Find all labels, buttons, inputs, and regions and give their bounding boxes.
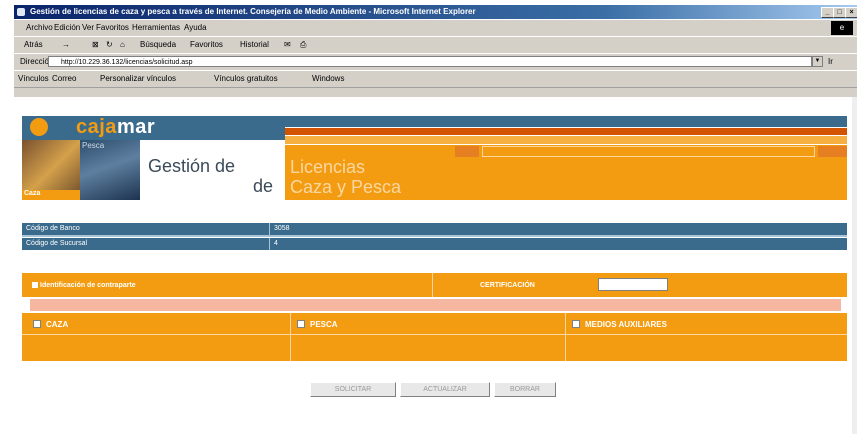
address-bar: Dirección http://10.229.36.132/licencias…: [14, 53, 857, 71]
identificacion-label: Identificación de contraparte: [40, 282, 136, 289]
window-titlebar[interactable]: Gestión de licencias de caza y pesca a t…: [14, 5, 857, 19]
link-gratuitos[interactable]: Vínculos gratuitos: [214, 74, 278, 83]
license-options-row: [22, 313, 847, 361]
link-correo[interactable]: Correo: [52, 74, 76, 83]
hunting-photo-label: Caza: [22, 190, 80, 200]
header-light-strip: [285, 136, 847, 144]
menu-herramientas[interactable]: Herramientas: [132, 23, 180, 32]
go-button[interactable]: Ir: [828, 57, 833, 66]
cajamar-logo-icon: [30, 118, 48, 136]
chevron-down-icon[interactable]: ▼: [812, 56, 823, 67]
close-button[interactable]: ×: [845, 7, 857, 18]
page-subtitle-line1: Licencias: [290, 157, 366, 177]
info-divider: [22, 235, 847, 237]
mail-icon[interactable]: ✉: [284, 40, 291, 49]
caza-label: CAZA: [46, 320, 69, 329]
identification-row: [22, 273, 847, 297]
print-icon[interactable]: ⎙: [300, 40, 306, 50]
nav-block-left: [455, 146, 479, 157]
section-separator: [30, 299, 841, 311]
link-windows[interactable]: Windows: [312, 74, 344, 83]
browser-chrome: Archivo Edición Ver Favoritos Herramient…: [14, 19, 857, 97]
page-subtitle-line2: Caza y Pesca: [290, 177, 402, 197]
menu-ayuda[interactable]: Ayuda: [184, 23, 207, 32]
refresh-icon[interactable]: ↻: [106, 40, 113, 49]
link-personalizar[interactable]: Personalizar vínculos: [100, 74, 176, 83]
back-button[interactable]: Atrás: [24, 40, 43, 49]
cajamar-logo[interactable]: cajamar: [76, 115, 155, 139]
info-value: 3058: [274, 225, 290, 232]
certificacion-label: CERTIFICACIÓN: [480, 282, 535, 289]
favorites-button[interactable]: Favoritos: [190, 40, 223, 49]
row-divider: [432, 273, 433, 297]
borrar-button[interactable]: BORRAR: [494, 382, 556, 397]
menu-favoritos[interactable]: Favoritos: [96, 23, 129, 32]
caza-checkbox[interactable]: [33, 320, 41, 328]
medios-auxiliares-checkbox[interactable]: [572, 320, 580, 328]
address-input[interactable]: http://10.229.36.132/licencias/solicitud…: [48, 56, 812, 67]
info-label: Código de Banco: [22, 223, 270, 235]
page-title-line1: Gestión de: [148, 156, 236, 176]
info-row-banco: Código de Banco 3058: [22, 223, 847, 235]
info-value: 4: [274, 240, 278, 247]
header-teal-bar: [285, 116, 847, 127]
ie-icon: [17, 8, 25, 16]
medios-auxiliares-label: MEDIOS AUXILIARES: [585, 320, 667, 329]
column-divider: [290, 313, 291, 361]
nav-center-link[interactable]: [482, 146, 815, 157]
solicitar-button[interactable]: SOLICITAR: [310, 382, 396, 397]
menu-bar: Archivo Edición Ver Favoritos Herramient…: [14, 19, 857, 37]
info-row-sucursal: Código de Sucursal 4: [22, 238, 847, 250]
links-label: Vínculos: [18, 74, 49, 83]
fishing-photo-label: Pesca: [82, 141, 105, 150]
links-bar: Vínculos Correo Personalizar vínculos Ví…: [14, 70, 857, 88]
search-button[interactable]: Búsqueda: [140, 40, 176, 49]
logo-part-caja: caja: [76, 116, 117, 138]
identificacion-checkbox[interactable]: [32, 282, 38, 288]
logo-part-mar: mar: [116, 116, 156, 138]
stop-icon[interactable]: ⊠: [92, 40, 99, 49]
history-button[interactable]: Historial: [240, 40, 269, 49]
nav-block-right: [818, 146, 847, 157]
actualizar-button[interactable]: ACTUALIZAR: [400, 382, 490, 397]
options-row-divider: [22, 334, 847, 335]
forward-button[interactable]: →: [62, 40, 70, 49]
pesca-label: PESCA: [310, 320, 338, 329]
menu-edicion[interactable]: Edición: [54, 23, 80, 32]
vertical-scrollbar[interactable]: [852, 97, 857, 434]
ie-logo-icon: e: [831, 21, 853, 35]
pesca-checkbox[interactable]: [297, 320, 305, 328]
window-title: Gestión de licencias de caza y pesca a t…: [30, 7, 476, 16]
home-icon[interactable]: ⌂: [120, 40, 125, 49]
info-label: Código de Sucursal: [22, 238, 270, 250]
toolbar: Atrás → ⊠ ↻ ⌂ Búsqueda Favoritos Histori…: [14, 36, 857, 54]
menu-archivo[interactable]: Archivo: [26, 23, 53, 32]
menu-ver[interactable]: Ver: [82, 23, 94, 32]
header-orange-strip: [285, 128, 847, 135]
column-divider: [565, 313, 566, 361]
certificacion-input[interactable]: [598, 278, 668, 291]
page-title-line2: de: [253, 176, 274, 196]
